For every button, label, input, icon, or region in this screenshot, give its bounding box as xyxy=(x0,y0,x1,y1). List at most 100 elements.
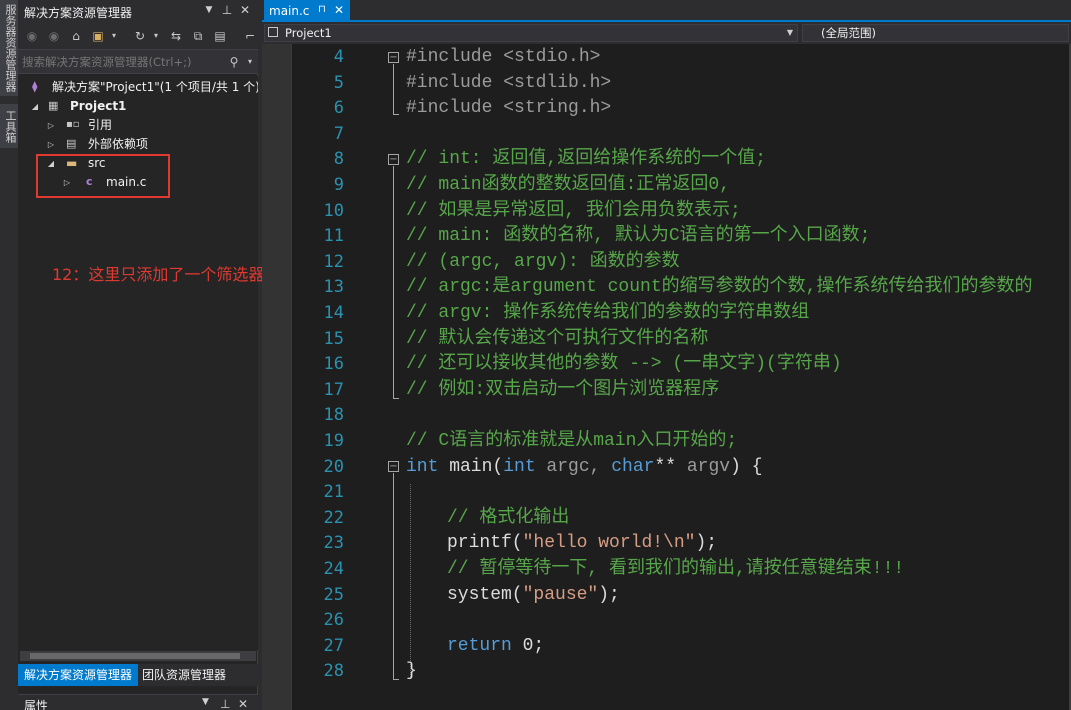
tree-item-solution[interactable]: ⧫ 解决方案"Project1"(1 个项目/共 1 个) xyxy=(18,78,258,97)
line-number: 7 xyxy=(333,123,344,144)
home-icon[interactable]: ⌂ xyxy=(68,28,84,44)
collapse-all-icon[interactable]: ⧉ xyxy=(190,28,206,44)
code-keyword: int xyxy=(503,456,536,477)
sync-icon[interactable]: ⇆ xyxy=(168,28,184,44)
code-line: system("pause"); xyxy=(447,583,620,609)
project-icon: ▦ xyxy=(48,99,59,112)
line-number: 14 xyxy=(323,303,344,323)
close-icon[interactable]: ✕ xyxy=(238,3,252,17)
code-string: "hello world!\n" xyxy=(522,533,696,554)
tab-team-explorer[interactable]: 团队资源管理器 xyxy=(136,664,232,686)
collapsed-arrow-icon[interactable]: ▷ xyxy=(46,135,56,154)
forward-icon[interactable]: ◉ xyxy=(46,28,62,44)
expanded-arrow-icon[interactable]: ◢ xyxy=(30,97,40,116)
code-keyword: char xyxy=(611,456,655,477)
code-line: int main(int argc, char** argv) { xyxy=(406,455,763,481)
project-label: Project1 xyxy=(70,99,127,113)
code-area[interactable]: 4 5 6 7 8 9 10 11 12 13 14 15 16 17 18 1… xyxy=(262,44,1071,710)
show-all-files-icon[interactable]: ▤ xyxy=(212,28,228,44)
code-line: // main函数的整数返回值:正常返回0, xyxy=(406,175,731,195)
line-number: 10 xyxy=(323,200,344,221)
external-deps-icon: ▤ xyxy=(66,137,77,150)
pin-icon[interactable]: ⊥ xyxy=(220,697,230,710)
scrollbar-thumb[interactable] xyxy=(30,653,240,659)
fold-toggle-icon[interactable]: − xyxy=(388,461,399,472)
code-line: #include <string.h> xyxy=(406,98,612,119)
back-icon[interactable]: ◉ xyxy=(24,28,40,44)
close-icon[interactable]: ✕ xyxy=(238,697,248,710)
code-line: // int: 返回值,返回给操作系统的一个值; xyxy=(406,149,767,170)
line-number: 11 xyxy=(323,226,344,247)
code-line: // 例如:双击启动一个图片浏览器程序 xyxy=(406,379,720,400)
explorer-tab-strip: 解决方案资源管理器 团队资源管理器 xyxy=(18,664,258,686)
code-token: ); xyxy=(695,533,718,554)
line-number: 8 xyxy=(333,149,344,170)
horizontal-scrollbar[interactable] xyxy=(20,651,256,661)
external-deps-label: 外部依赖项 xyxy=(88,137,149,151)
navigation-bar: Project1 ▼ (全局范围) xyxy=(262,22,1071,44)
code-line: // argv: 操作系统传给我们的参数的字符串数组 xyxy=(406,303,810,323)
tab-label: main.c xyxy=(269,4,310,18)
code-line: return 0; xyxy=(447,634,544,660)
line-number: 28 xyxy=(323,661,344,682)
code-line: // 如果是异常返回, 我们会用负数表示; xyxy=(406,200,741,221)
project-dropdown[interactable]: Project1 ▼ xyxy=(264,24,798,42)
fold-toggle-icon[interactable]: − xyxy=(388,52,399,63)
search-options-icon[interactable]: ▾ xyxy=(242,54,258,70)
annotation-note: 12：这里只添加了一个筛选器 xyxy=(52,265,265,284)
document-tab-bar: main.c ⊓ ✕ xyxy=(262,0,1071,22)
indent-guide xyxy=(410,484,411,679)
code-param: argc, xyxy=(535,456,612,477)
fold-guide xyxy=(393,114,399,115)
code-line: // 暂停等待一下, 看到我们的输出,请按任意键结束!!! xyxy=(447,559,905,579)
line-number: 18 xyxy=(323,405,344,426)
server-explorer-tab[interactable]: 服务器资源管理器 xyxy=(0,0,18,96)
switch-views-dropdown-icon[interactable]: ▾ xyxy=(106,28,122,44)
pin-icon[interactable]: ⊥ xyxy=(220,3,234,17)
code-line: } xyxy=(406,661,417,682)
code-line: // argc:是argument count的缩写参数的个数,操作系统传给我们… xyxy=(406,277,1033,298)
line-number: 23 xyxy=(323,533,344,554)
properties-icon[interactable]: ⌐ xyxy=(242,28,258,44)
tab-close-icon[interactable]: ✕ xyxy=(334,3,344,17)
tab-solution-explorer[interactable]: 解决方案资源管理器 xyxy=(18,664,139,686)
window-menu-icon[interactable]: ▼ xyxy=(202,5,216,15)
switch-views-icon[interactable]: ▣ xyxy=(90,28,106,44)
code-line: // main: 函数的名称, 默认为C语言的第一个入口函数; xyxy=(406,226,871,247)
code-token: ); xyxy=(598,584,620,605)
code-line: #include <stdlib.h> xyxy=(406,72,612,93)
solution-icon: ⧫ xyxy=(32,80,38,93)
code-line: #include <stdio.h> xyxy=(406,47,601,67)
code-line: // C语言的标准就是从main入口开始的; xyxy=(406,431,738,451)
line-number: 20 xyxy=(323,456,344,477)
project-dropdown-value: Project1 xyxy=(285,26,332,40)
tab-pin-icon[interactable]: ⊓ xyxy=(318,4,326,15)
chevron-down-icon: ▼ xyxy=(786,28,793,37)
toolbox-tab[interactable]: 工具箱 xyxy=(0,104,18,148)
code-keyword: return xyxy=(447,635,512,656)
history-icon[interactable]: ↻ xyxy=(132,28,148,44)
solution-explorer: 解决方案资源管理器 ▼ ⊥ ✕ ◉ ◉ ⌂ ▣ ▾ ↻ ▾ ⇆ ⧉ ▤ ⌐ ⚲ … xyxy=(18,0,258,710)
line-number: 19 xyxy=(323,431,344,451)
code-keyword: int xyxy=(406,456,439,477)
search-icon[interactable]: ⚲ xyxy=(226,54,242,70)
tree-item-references[interactable]: ▷ ▪▫ 引用 xyxy=(18,116,258,135)
references-label: 引用 xyxy=(88,118,113,132)
code-param: argv xyxy=(676,456,731,477)
window-menu-icon[interactable]: ▼ xyxy=(202,697,209,707)
collapsed-arrow-icon[interactable]: ▷ xyxy=(46,116,56,135)
fold-toggle-icon[interactable]: − xyxy=(388,154,399,165)
line-number: 25 xyxy=(323,584,344,605)
tab-main-c[interactable]: main.c ⊓ ✕ xyxy=(264,0,350,22)
solution-search-input[interactable] xyxy=(22,53,222,71)
fold-guide xyxy=(393,64,394,114)
tree-item-external-deps[interactable]: ▷ ▤ 外部依赖项 xyxy=(18,135,258,154)
tree-item-project[interactable]: ◢ ▦ Project1 xyxy=(18,97,258,116)
history-dropdown-icon[interactable]: ▾ xyxy=(148,28,164,44)
references-icon: ▪▫ xyxy=(66,119,80,130)
scope-dropdown[interactable]: (全局范围) xyxy=(802,24,1069,42)
line-number: 22 xyxy=(323,507,344,528)
fold-guide xyxy=(393,679,399,680)
annotation-highlight-box xyxy=(36,154,170,198)
line-number: 13 xyxy=(323,277,344,298)
